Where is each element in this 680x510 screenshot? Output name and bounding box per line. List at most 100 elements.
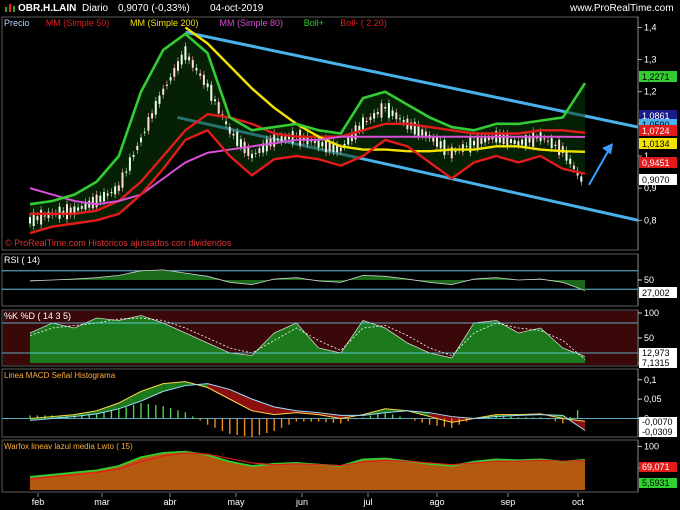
candle-body: [391, 110, 394, 116]
stoch-y-tick-label: 50: [644, 333, 654, 343]
candle-body: [177, 61, 179, 71]
macd-legend: Linea MACD Señal Histograma: [4, 371, 116, 380]
legend-item-5: Boll- ( 2 20): [340, 18, 387, 28]
stoch-y-tick-label: 100: [644, 308, 659, 318]
candle-body: [521, 139, 524, 145]
candle-body: [402, 120, 405, 123]
candle-body: [121, 172, 124, 188]
candle-body: [421, 129, 424, 136]
candle-body: [206, 83, 209, 88]
candle-body: [114, 186, 117, 195]
candle-body: [158, 95, 161, 104]
candle-body: [210, 84, 213, 101]
candle-body: [362, 117, 364, 131]
candle-body: [550, 138, 553, 149]
candle-body: [436, 137, 438, 147]
candle-body: [254, 152, 257, 154]
candle-body: [239, 139, 242, 148]
macd-signal-tag: -0,0309: [642, 427, 673, 437]
candle-body: [439, 141, 442, 149]
candle-body: [528, 137, 531, 143]
candle-body: [395, 112, 398, 120]
candle-body: [143, 131, 146, 133]
candle-body: [247, 147, 250, 156]
candle-body: [77, 207, 80, 211]
candle-body: [384, 107, 387, 109]
candle-body: [473, 140, 475, 146]
rsi-value-tag: 27,002: [642, 288, 670, 298]
candle-body: [517, 141, 520, 146]
candle-body: [376, 111, 379, 115]
candle-body: [484, 137, 487, 143]
x-tick-label: ago: [429, 497, 444, 507]
x-tick-label: mar: [94, 497, 110, 507]
x-tick-label: sep: [501, 497, 516, 507]
candle-body: [251, 153, 253, 159]
main-y-tick-label: 1,2: [644, 87, 657, 97]
main-y-tick-label: 1,3: [644, 55, 657, 65]
candle-body: [140, 137, 142, 143]
candle-body: [36, 216, 39, 221]
candle-body: [188, 56, 191, 61]
legend-item-0: Precio: [4, 18, 30, 28]
x-tick-label: oct: [572, 497, 585, 507]
candle-body: [273, 133, 276, 147]
candle-body: [43, 215, 46, 217]
candle-body: [99, 195, 102, 203]
rsi-y-tick-label: 50: [644, 275, 654, 285]
macd-line-tag: -0,0070: [642, 417, 673, 427]
stoch-legend: %K %D ( 14 3 5): [4, 311, 71, 321]
candle-body: [380, 103, 383, 118]
candle-body: [554, 144, 557, 146]
candle-body: [454, 151, 457, 153]
candle-body: [513, 140, 516, 145]
candle-body: [258, 148, 261, 154]
price-tag-label: 1,0134: [642, 139, 670, 149]
candle-body: [103, 192, 105, 202]
candle-body: [321, 142, 324, 147]
candle-body: [569, 158, 572, 165]
candle-body: [228, 126, 231, 134]
candle-body: [572, 165, 575, 170]
candle-body: [232, 133, 235, 136]
watermark-text: © ProRealTime.com Históricos ajustados c…: [5, 238, 232, 248]
candle-body: [543, 138, 546, 140]
candle-body: [358, 125, 361, 131]
legend-item-4: Boll+: [304, 18, 324, 28]
candle-body: [373, 113, 376, 119]
candle-body: [214, 99, 216, 102]
candle-body: [502, 133, 505, 145]
warfox-tag: 69,071: [642, 462, 670, 472]
candle-body: [117, 185, 120, 191]
candle-body: [147, 117, 150, 131]
x-tick-label: jul: [362, 497, 372, 507]
candle-body: [125, 171, 128, 173]
candle-body: [339, 147, 342, 152]
candle-body: [151, 113, 154, 119]
candle-body: [217, 102, 220, 114]
price-tag-label: 0,9451: [642, 158, 670, 168]
main-y-tick-label: 1,4: [644, 22, 657, 32]
stoch-k-tag: 12,973: [642, 348, 670, 358]
candle-body: [365, 120, 368, 122]
macd-y-tick-label: 0,05: [644, 394, 662, 404]
candle-body: [443, 139, 446, 156]
candle-body: [195, 67, 198, 71]
candle-body: [547, 140, 549, 142]
candle-body: [154, 101, 157, 115]
candle-body: [387, 103, 390, 118]
candle-body: [128, 157, 131, 171]
main-y-tick-label: 0,8: [644, 215, 657, 225]
candle-body: [369, 116, 372, 121]
candle-body: [510, 139, 512, 143]
candle-body: [280, 136, 283, 142]
candle-body: [173, 68, 176, 77]
legend-item-2: MM (Simple 200): [130, 18, 199, 28]
candle-body: [532, 131, 535, 147]
price-tag-label: 0,9070: [642, 175, 670, 185]
chart-window: OBR.H.LAIN Diario 0,9070 (-0,33%) 04-oct…: [0, 0, 680, 510]
candle-body: [202, 74, 205, 86]
x-tick-label: abr: [163, 497, 176, 507]
candle-body: [66, 204, 68, 220]
warfox-y-tick-label: 100: [644, 441, 659, 451]
